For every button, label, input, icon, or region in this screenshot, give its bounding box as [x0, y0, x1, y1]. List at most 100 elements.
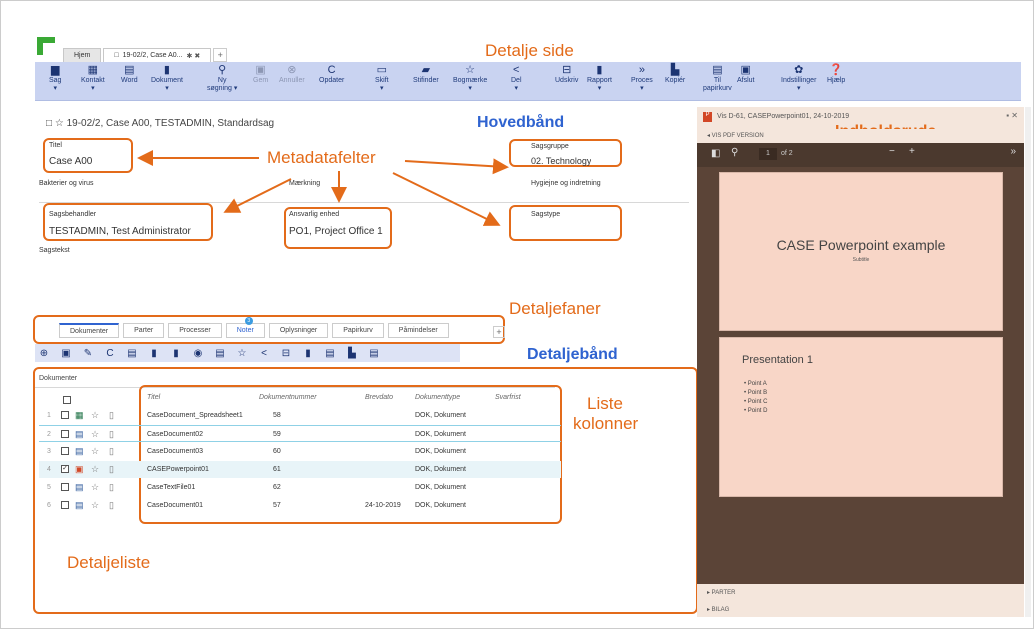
detail-band-icon-7[interactable]: ◉: [192, 348, 204, 359]
column-header-dokumentnummer[interactable]: Dokumentnummer: [259, 394, 317, 401]
callout-detail-tabs: Detaljefaner: [509, 299, 601, 318]
table-row[interactable]: 3 ▤ ☆ ▯ CaseDocument03 60 DOK, Dokument: [39, 443, 561, 460]
detail-band-icon-9[interactable]: ☆: [236, 348, 248, 359]
file-type-icon: ▦: [75, 410, 84, 420]
detail-band-icon-3[interactable]: C: [104, 348, 116, 359]
document-icon: ▯: [109, 464, 114, 474]
tab-papirkurv[interactable]: Papirkurv: [332, 323, 384, 338]
row-checkbox[interactable]: [61, 430, 69, 438]
table-row[interactable]: 1 ▦ ☆ ▯ CaseDocument_Spreadsheet1 58 DOK, Doku…: [39, 407, 561, 424]
zoom-out-button[interactable]: −: [889, 146, 895, 157]
detail-tabs: Dokumenter Parter Processer Noter 3 Oplysning…: [59, 317, 449, 338]
row-checkbox[interactable]: ✓: [61, 465, 69, 473]
row-checkbox[interactable]: [61, 501, 69, 509]
more-tools-button[interactable]: »: [1010, 146, 1016, 157]
doc-title[interactable]: CaseDocument02: [147, 431, 203, 438]
parter-section[interactable]: ▸ PARTER: [697, 584, 1024, 602]
tab-parter[interactable]: Parter: [123, 323, 165, 338]
column-header-svarfrist[interactable]: Svarfrist: [495, 394, 521, 401]
doc-number: 59: [273, 431, 281, 438]
bilag-section[interactable]: ▸ BILAG: [697, 602, 1024, 617]
callout-list-columns: Liste: [587, 394, 623, 413]
document-icon: ▯: [109, 500, 114, 510]
row-checkbox[interactable]: [61, 411, 69, 419]
table-row[interactable]: 2 ▤ ☆ ▯ CaseDocument02 59 DOK, Dokument: [39, 425, 561, 442]
detail-band-icon-14[interactable]: ▙: [346, 348, 358, 359]
detail-band-icon-13[interactable]: ▤: [324, 348, 336, 359]
doc-title[interactable]: CASEPowerpoint01: [147, 466, 209, 473]
page-count: of 2: [781, 150, 793, 157]
slide-1-title: CASE Powerpoint example: [776, 237, 946, 253]
sidebar-toggle-icon[interactable]: ◧: [711, 148, 720, 159]
star-icon[interactable]: ☆: [91, 464, 99, 475]
bilag-label: ▸ BILAG: [707, 607, 730, 613]
tab-påmindelser[interactable]: Påmindelser: [387, 323, 449, 338]
doc-type: DOK, Dokument: [415, 484, 466, 491]
star-icon[interactable]: ☆: [91, 446, 99, 457]
page-input[interactable]: 1: [759, 148, 777, 160]
add-tab-button[interactable]: +: [493, 326, 505, 338]
tab-processer[interactable]: Processer: [168, 323, 222, 338]
column-header-brevdato[interactable]: Brevdato: [365, 394, 393, 401]
parter-label: ▸ PARTER: [707, 590, 736, 596]
slide-1-subtitle: Subtitle: [852, 257, 870, 263]
tab-label: Oplysninger: [279, 327, 318, 334]
doc-date: 24-10-2019: [365, 502, 401, 509]
slide-1: CASE Powerpoint example Subtitle: [719, 172, 1003, 331]
detail-band-icon-10[interactable]: <: [258, 348, 270, 359]
column-header-dokumenttype[interactable]: Dokumenttype: [415, 394, 460, 401]
doc-number: 61: [273, 466, 281, 473]
pdf-version-label: ◂ VIS PDF VERSION: [707, 133, 764, 139]
detail-band-icon-0[interactable]: ⊕: [38, 348, 50, 359]
doc-type: DOK, Dokument: [415, 502, 466, 509]
star-icon[interactable]: ☆: [91, 410, 99, 421]
tab-label: Påmindelser: [398, 327, 438, 334]
doc-title[interactable]: CaseTextFile01: [147, 484, 195, 491]
app-window: Hjem □ 19-02/2, Case A0... ✱ ✖ + Detalje…: [0, 0, 1034, 629]
doc-title[interactable]: CaseDocument_Spreadsheet1: [147, 412, 243, 419]
detail-band-icon-5[interactable]: ▮: [148, 348, 160, 359]
star-icon[interactable]: ☆: [91, 429, 99, 440]
detail-band-icon-12[interactable]: ▮: [302, 348, 314, 359]
slide-2-title: Presentation 1: [742, 354, 813, 366]
document-icon: ▯: [109, 429, 114, 439]
detail-band-icon-2[interactable]: ✎: [82, 348, 94, 359]
star-icon[interactable]: ☆: [91, 482, 99, 493]
table-row[interactable]: 6 ▤ ☆ ▯ CaseDocument01 57 24-10-2019 DOK, Dokum…: [39, 497, 561, 514]
table-row[interactable]: 4 ✓ ▣ ☆ ▯ CASEPowerpoint01 61 DOK, Dokument: [39, 461, 561, 478]
row-number: 1: [47, 412, 51, 419]
detail-band-icon-15[interactable]: ▤: [368, 348, 380, 359]
doc-type: DOK, Dokument: [415, 412, 466, 419]
detail-band-icon-4[interactable]: ▤: [126, 348, 138, 359]
pdf-version-toggle[interactable]: ◂ VIS PDF VERSION: [697, 129, 1024, 143]
row-checkbox[interactable]: [61, 447, 69, 455]
file-type-icon: ▣: [75, 464, 84, 474]
zoom-in-button[interactable]: +: [909, 146, 915, 157]
row-number: 3: [47, 448, 51, 455]
tab-dokumenter[interactable]: Dokumenter: [59, 323, 120, 338]
document-icon: ▯: [109, 410, 114, 420]
tab-oplysninger[interactable]: Oplysninger: [268, 323, 329, 338]
tab-noter[interactable]: Noter 3: [225, 317, 265, 338]
doc-type: DOK, Dokument: [415, 448, 466, 455]
doc-title[interactable]: CaseDocument01: [147, 502, 203, 509]
column-header-titel[interactable]: Titel: [147, 394, 160, 401]
notes-count-badge: 3: [244, 317, 253, 325]
detail-band-icon-8[interactable]: ▤: [214, 348, 226, 359]
pdf-toolbar: ◧ ⚲ 1 of 2 − + »: [697, 143, 1024, 167]
row-checkbox[interactable]: [61, 483, 69, 491]
pane-title: Vis D-61, CASEPowerpoint01, 24-10-2019: [717, 113, 850, 120]
detail-band-icon-6[interactable]: ▮: [170, 348, 182, 359]
select-all-checkbox[interactable]: [63, 396, 71, 404]
tab-label: Noter: [236, 327, 254, 334]
search-icon[interactable]: ⚲: [731, 147, 738, 158]
pane-controls-icon[interactable]: ▪ ✕: [1006, 111, 1018, 120]
star-icon[interactable]: ☆: [91, 500, 99, 511]
detail-band-icon-11[interactable]: ⊟: [280, 348, 292, 359]
doc-title[interactable]: CaseDocument03: [147, 448, 203, 455]
detail-band-icon-1[interactable]: ▣: [60, 348, 72, 359]
slide-point: • Point C: [744, 399, 768, 405]
scrollbar[interactable]: [1025, 107, 1031, 617]
doc-number: 57: [273, 502, 281, 509]
table-row[interactable]: 5 ▤ ☆ ▯ CaseTextFile01 62 DOK, Dokument: [39, 479, 561, 496]
